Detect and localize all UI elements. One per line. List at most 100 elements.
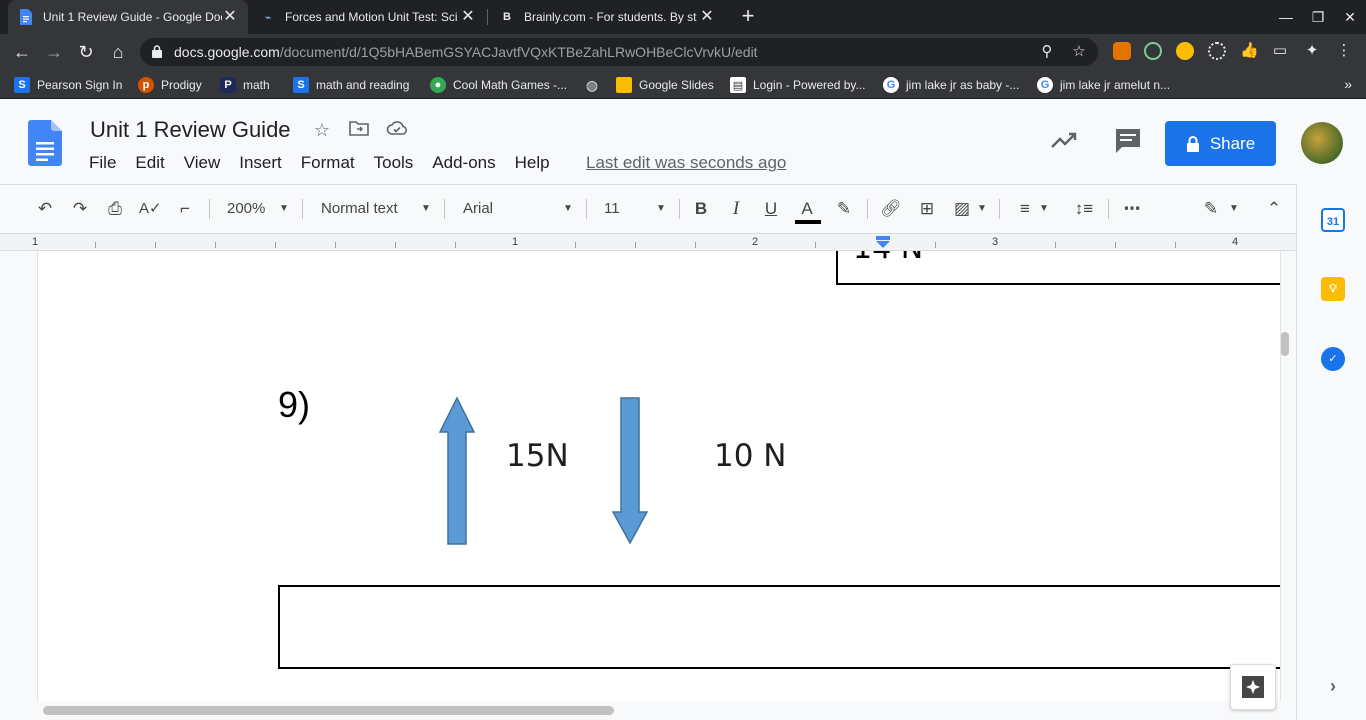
redo-icon[interactable]: ↷	[69, 197, 91, 221]
extension-icon[interactable]	[1113, 42, 1131, 60]
explore-sparkle-icon	[1242, 676, 1264, 698]
back-arrow-icon[interactable]: ←	[10, 40, 34, 64]
address-bar[interactable]: docs.google.com/document/d/1Q5bHABemGSYA…	[140, 38, 1098, 66]
text-color-icon[interactable]: A	[795, 197, 821, 224]
vertical-scrollbar[interactable]	[1281, 332, 1289, 356]
menu-add-ons[interactable]: Add-ons	[432, 153, 495, 173]
chevron-down-icon: ▼	[977, 203, 987, 214]
paint-format-icon[interactable]: ⌐	[174, 197, 196, 221]
highlight-color-icon[interactable]: ✎	[833, 197, 855, 221]
ruler[interactable]: 1 1 2 3 4	[0, 233, 1296, 251]
more-options-icon[interactable]: ⋯	[1120, 197, 1144, 221]
align-left-icon[interactable]: ≡	[1013, 197, 1037, 221]
avatar[interactable]	[1301, 122, 1343, 164]
menu-help[interactable]: Help	[515, 153, 550, 173]
toolbar-divider	[209, 199, 210, 219]
font-dropdown[interactable]: Arial	[463, 197, 493, 221]
ruler-tick	[395, 242, 396, 248]
close-tab-icon[interactable]: ✕	[222, 9, 238, 25]
menu-view[interactable]: View	[184, 153, 221, 173]
close-window-button[interactable]: ✕	[1338, 5, 1362, 29]
document-page[interactable]: 14 N 9) 15N 10 N	[38, 251, 1280, 701]
share-button[interactable]: Share	[1165, 121, 1276, 166]
thumbs-up-icon[interactable]: 👍	[1240, 42, 1259, 60]
ruler-tick	[455, 242, 456, 248]
puzzle-icon[interactable]: ✦	[1303, 42, 1321, 60]
menu-edit[interactable]: Edit	[135, 153, 164, 173]
forward-arrow-icon[interactable]: →	[42, 40, 66, 64]
move-folder-icon[interactable]	[348, 120, 370, 142]
google-docs-logo-icon[interactable]	[28, 120, 62, 166]
bookmark-login[interactable]: ▤ Login - Powered by...	[730, 76, 866, 94]
menu-insert[interactable]: Insert	[239, 153, 282, 173]
comment-icon[interactable]	[1113, 126, 1143, 156]
spellcheck-icon[interactable]: A✓	[139, 197, 162, 221]
answer-box[interactable]	[278, 585, 1280, 669]
chevron-right-icon[interactable]: »	[1344, 76, 1352, 92]
bold-icon[interactable]: B	[690, 197, 712, 221]
print-icon[interactable]: ⎙	[104, 197, 126, 221]
line-spacing-icon[interactable]: ↕≡	[1072, 197, 1096, 221]
star-icon[interactable]: ☆	[311, 120, 333, 142]
home-icon[interactable]: ⌂	[106, 40, 130, 64]
close-tab-icon[interactable]: ✕	[699, 9, 715, 25]
chevron-down-icon: ▼	[563, 203, 573, 214]
indent-marker-icon[interactable]	[876, 236, 890, 248]
explore-button[interactable]	[1230, 664, 1276, 710]
document-title[interactable]: Unit 1 Review Guide	[90, 117, 291, 143]
bookmark-pearson[interactable]: S Pearson Sign In	[14, 76, 122, 94]
cast-icon[interactable]: ▭	[1271, 42, 1289, 60]
menu-format[interactable]: Format	[301, 153, 355, 173]
reload-icon[interactable]: ↻	[74, 40, 98, 64]
bookmark-jim-lake-baby[interactable]: Gjim lake jr as baby -...	[883, 76, 1019, 94]
cloud-saved-icon[interactable]	[386, 120, 408, 142]
zoom-dropdown[interactable]: 200%	[227, 197, 265, 221]
tab-brainly[interactable]: B Brainly.com - For students. By st ✕	[489, 0, 725, 34]
extension-icon[interactable]	[1208, 42, 1226, 60]
zoom-icon[interactable]: ⚲	[1038, 43, 1056, 61]
insert-link-icon[interactable]: 🔗︎	[879, 197, 903, 221]
menu-tools[interactable]: Tools	[374, 153, 414, 173]
last-edit-link[interactable]: Last edit was seconds ago	[586, 153, 786, 173]
horizontal-scrollbar[interactable]	[43, 706, 614, 715]
tab-separator	[487, 9, 488, 25]
extension-icon[interactable]	[1176, 42, 1194, 60]
extension-icon[interactable]	[1144, 42, 1162, 60]
add-comment-icon[interactable]: ⊞	[915, 197, 939, 221]
bookmark-google-slides[interactable]: Google Slides	[616, 76, 714, 94]
calendar-icon[interactable]: 31	[1321, 208, 1345, 232]
bookmark-prodigy[interactable]: p Prodigy	[138, 76, 202, 94]
editing-mode-pencil-icon[interactable]: ✎	[1199, 197, 1223, 221]
ruler-label: 4	[1232, 236, 1239, 248]
close-tab-icon[interactable]: ✕	[460, 9, 476, 25]
bookmark-coolmath[interactable]: ● Cool Math Games -...	[430, 76, 567, 94]
chevron-right-icon[interactable]: ›	[1321, 674, 1345, 698]
minimize-button[interactable]: —	[1274, 5, 1298, 29]
style-dropdown[interactable]: Normal text	[321, 197, 398, 221]
maximize-button[interactable]: ❐	[1306, 5, 1330, 29]
undo-icon[interactable]: ↶	[34, 197, 56, 221]
ruler-tick	[95, 242, 96, 248]
lock-icon	[152, 45, 162, 58]
star-icon[interactable]: ☆	[1070, 43, 1088, 61]
new-tab-button[interactable]: +	[736, 5, 760, 29]
tab-forces-motion[interactable]: ⌁ Forces and Motion Unit Test: Sci ✕	[250, 0, 486, 34]
keep-icon[interactable]: 💡︎	[1321, 277, 1345, 301]
menu-file[interactable]: File	[89, 153, 116, 173]
bookmark-math[interactable]: Pmath	[220, 76, 270, 94]
bookmark-jim-lake-amelut[interactable]: Gjim lake jr amelut n...	[1037, 76, 1170, 94]
font-size-dropdown[interactable]: 11	[604, 197, 620, 221]
menu-dots-icon[interactable]: ⋮	[1335, 42, 1353, 60]
tasks-icon[interactable]: ✓	[1321, 347, 1345, 371]
ruler-tick	[935, 242, 936, 248]
underline-icon[interactable]: U	[760, 197, 782, 221]
bookmark-globe[interactable]: ◍	[584, 76, 607, 94]
bookmark-math-reading[interactable]: Smath and reading	[293, 76, 409, 94]
document-canvas[interactable]: 14 N 9) 15N 10 N	[0, 251, 1296, 701]
insert-image-icon[interactable]: ▨	[950, 197, 974, 221]
collapse-menus-icon[interactable]: ⌃	[1262, 197, 1286, 221]
tab-unit-review-guide[interactable]: Unit 1 Review Guide - Google Docs ✕	[8, 0, 248, 34]
italic-icon[interactable]: I	[725, 197, 747, 221]
activity-trend-icon[interactable]	[1049, 126, 1079, 156]
ruler-tick	[215, 242, 216, 248]
